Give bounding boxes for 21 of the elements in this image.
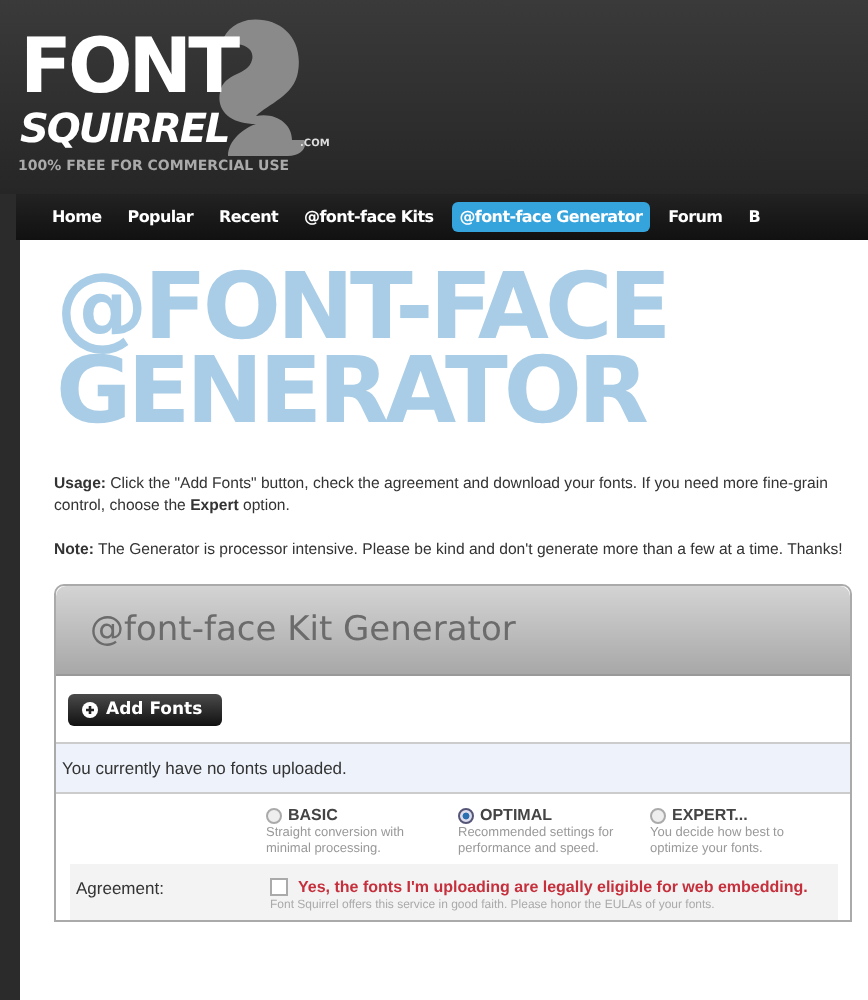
- nav-tab[interactable]: B: [740, 202, 769, 232]
- agreement-text: Yes, the fonts I'm uploading are legally eligible for web embedding.: [298, 878, 808, 896]
- agreement-checkbox[interactable]: [270, 878, 288, 896]
- status-message: You currently have no fonts uploaded.: [56, 744, 850, 794]
- nav-tab[interactable]: Forum: [660, 202, 731, 232]
- logo-text: FONT: [20, 28, 236, 104]
- nav-tab[interactable]: Popular: [119, 202, 202, 232]
- nav-tab[interactable]: Recent: [211, 202, 287, 232]
- nav-tab[interactable]: @font-face Kits: [296, 202, 442, 232]
- agreement-label: Agreement:: [76, 878, 166, 902]
- add-fonts-button[interactable]: Add Fonts: [68, 694, 223, 726]
- logo-text: SQUIRREL: [20, 106, 229, 150]
- mode-label: OPTIMAL: [480, 806, 552, 824]
- radio-button[interactable]: [458, 807, 474, 823]
- nav-tab[interactable]: Home: [44, 202, 110, 232]
- radio-button[interactable]: [266, 807, 282, 823]
- plus-circle-icon: [82, 702, 98, 718]
- mode-label: BASIC: [288, 806, 338, 824]
- kit-title: @font-face Kit Generator: [90, 610, 516, 650]
- radio-button[interactable]: [650, 807, 666, 823]
- mode-label: EXPERT...: [672, 806, 748, 824]
